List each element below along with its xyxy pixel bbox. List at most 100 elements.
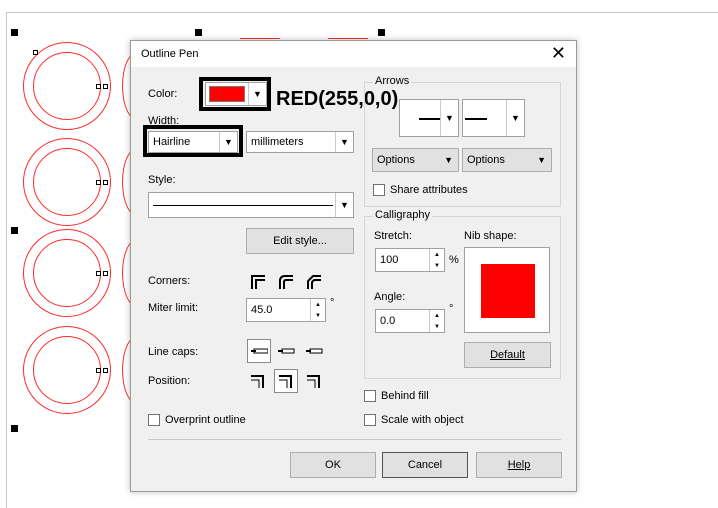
stretch-unit: % — [449, 254, 459, 266]
path-node[interactable] — [103, 271, 108, 276]
cancel-label: Cancel — [407, 459, 443, 471]
default-button[interactable]: Default — [464, 342, 551, 368]
spinner-arrows-icon[interactable]: ▲ ▼ — [310, 299, 325, 321]
corner-round-icon[interactable] — [276, 272, 296, 292]
page-border-top — [6, 12, 718, 13]
path-node[interactable] — [33, 50, 38, 55]
selection-handle[interactable] — [11, 29, 18, 36]
stretch-spinner[interactable]: 100 ▲ ▼ — [375, 248, 445, 272]
arrow-options-right-button[interactable]: Options ▼ — [462, 148, 552, 172]
chevron-down-icon: ▼ — [506, 100, 524, 136]
position-outside-icon[interactable] — [248, 371, 268, 391]
share-attributes-checkbox[interactable]: Share attributes — [373, 184, 468, 196]
selection-handle[interactable] — [378, 29, 385, 36]
line-caps-label: Line caps: — [148, 346, 199, 358]
ring-inner[interactable] — [33, 52, 101, 120]
angle-label: Angle: — [374, 291, 406, 303]
start-arrow-preview — [419, 118, 441, 120]
arrow-options-left-label: Options — [377, 154, 415, 166]
position-center-icon[interactable] — [274, 369, 298, 393]
chevron-down-icon: ▼ — [248, 83, 266, 105]
arrow-options-left-button[interactable]: Options ▼ — [372, 148, 459, 172]
line-style-select[interactable]: ▼ — [148, 192, 354, 218]
ok-button[interactable]: OK — [290, 452, 376, 478]
corner-miter-icon[interactable] — [248, 272, 268, 292]
ok-label: OK — [325, 459, 341, 471]
position-label: Position: — [148, 375, 191, 387]
miter-degree-unit: ° — [330, 297, 335, 309]
angle-spinner[interactable]: 0.0 ▲ ▼ — [375, 309, 445, 333]
selection-handle[interactable] — [11, 227, 18, 234]
checkbox-box[interactable] — [364, 390, 376, 402]
chevron-down-icon: ▼ — [440, 100, 458, 136]
cancel-button[interactable]: Cancel — [382, 452, 468, 478]
spinner-arrows-icon[interactable]: ▲ ▼ — [429, 249, 444, 271]
nib-shape-preview[interactable] — [464, 247, 550, 333]
path-node[interactable] — [96, 180, 101, 185]
edit-style-button[interactable]: Edit style... — [246, 228, 354, 254]
ring-top-arc — [328, 38, 368, 39]
ring-inner[interactable] — [33, 239, 101, 307]
cap-butt-icon[interactable] — [247, 339, 271, 363]
chevron-down-icon: ▼ — [335, 193, 353, 217]
share-attributes-label: Share attributes — [390, 184, 468, 196]
end-arrow-preview — [465, 118, 487, 120]
overprint-outline-checkbox[interactable]: Overprint outline — [148, 414, 246, 426]
close-icon[interactable]: ✕ — [551, 43, 566, 63]
behind-fill-checkbox[interactable]: Behind fill — [364, 390, 429, 402]
ring-top-arc — [240, 38, 280, 39]
path-node[interactable] — [96, 368, 101, 373]
cap-round-icon[interactable] — [276, 341, 296, 361]
chevron-down-icon: ▼ — [444, 155, 453, 165]
checkbox-box[interactable] — [373, 184, 385, 196]
miter-limit-spinner[interactable]: 45.0 ▲ ▼ — [246, 298, 326, 322]
spinner-arrows-icon[interactable]: ▲ ▼ — [429, 310, 444, 332]
style-label: Style: — [148, 174, 176, 186]
chevron-down-icon: ▼ — [219, 132, 237, 152]
default-label: Default — [490, 349, 525, 361]
dialog-titlebar: Outline Pen ✕ — [131, 41, 576, 67]
scale-with-object-label: Scale with object — [381, 414, 464, 426]
arrows-title: Arrows — [373, 75, 412, 87]
width-unit-select[interactable]: millimeters ▼ — [246, 131, 354, 153]
miter-limit-value: 45.0 — [251, 304, 273, 316]
path-node[interactable] — [103, 180, 108, 185]
path-node[interactable] — [103, 84, 108, 89]
angle-degree-unit: ° — [449, 303, 454, 315]
footer-divider — [148, 439, 561, 440]
angle-value: 0.0 — [380, 315, 396, 327]
stretch-value: 100 — [380, 254, 399, 266]
corner-bevel-icon[interactable] — [304, 272, 324, 292]
end-arrow-select[interactable]: ▼ — [462, 99, 525, 137]
dialog-title: Outline Pen — [141, 48, 199, 60]
line-style-preview — [153, 205, 333, 206]
outline-pen-dialog: Outline Pen ✕ Color: ▼ RED(255,0,0) Widt… — [130, 40, 577, 492]
path-node[interactable] — [103, 368, 108, 373]
checkbox-box[interactable] — [148, 414, 160, 426]
path-node[interactable] — [96, 84, 101, 89]
position-inside-icon[interactable] — [304, 371, 324, 391]
color-label: Color: — [148, 88, 178, 100]
color-swatch — [209, 86, 245, 102]
color-picker[interactable]: ▼ — [205, 82, 267, 106]
width-value: Hairline — [153, 136, 191, 148]
ring-inner[interactable] — [33, 148, 101, 216]
behind-fill-label: Behind fill — [381, 390, 429, 402]
scale-with-object-checkbox[interactable]: Scale with object — [364, 414, 464, 426]
arrow-options-right-label: Options — [467, 154, 505, 166]
nib-shape-label: Nib shape: — [464, 230, 517, 242]
width-select[interactable]: Hairline ▼ — [148, 131, 238, 153]
selection-handle[interactable] — [11, 425, 18, 432]
corners-label: Corners: — [148, 275, 191, 287]
edit-style-label: Edit style... — [273, 235, 327, 247]
selection-handle[interactable] — [195, 29, 202, 36]
start-arrow-select[interactable]: ▼ — [399, 99, 459, 137]
chevron-down-icon: ▼ — [537, 155, 546, 165]
ring-inner[interactable] — [33, 336, 101, 404]
cap-square-icon[interactable] — [304, 341, 324, 361]
help-label: Help — [507, 459, 531, 471]
overprint-outline-label: Overprint outline — [165, 414, 246, 426]
checkbox-box[interactable] — [364, 414, 376, 426]
path-node[interactable] — [96, 271, 101, 276]
help-button[interactable]: Help — [476, 452, 562, 478]
